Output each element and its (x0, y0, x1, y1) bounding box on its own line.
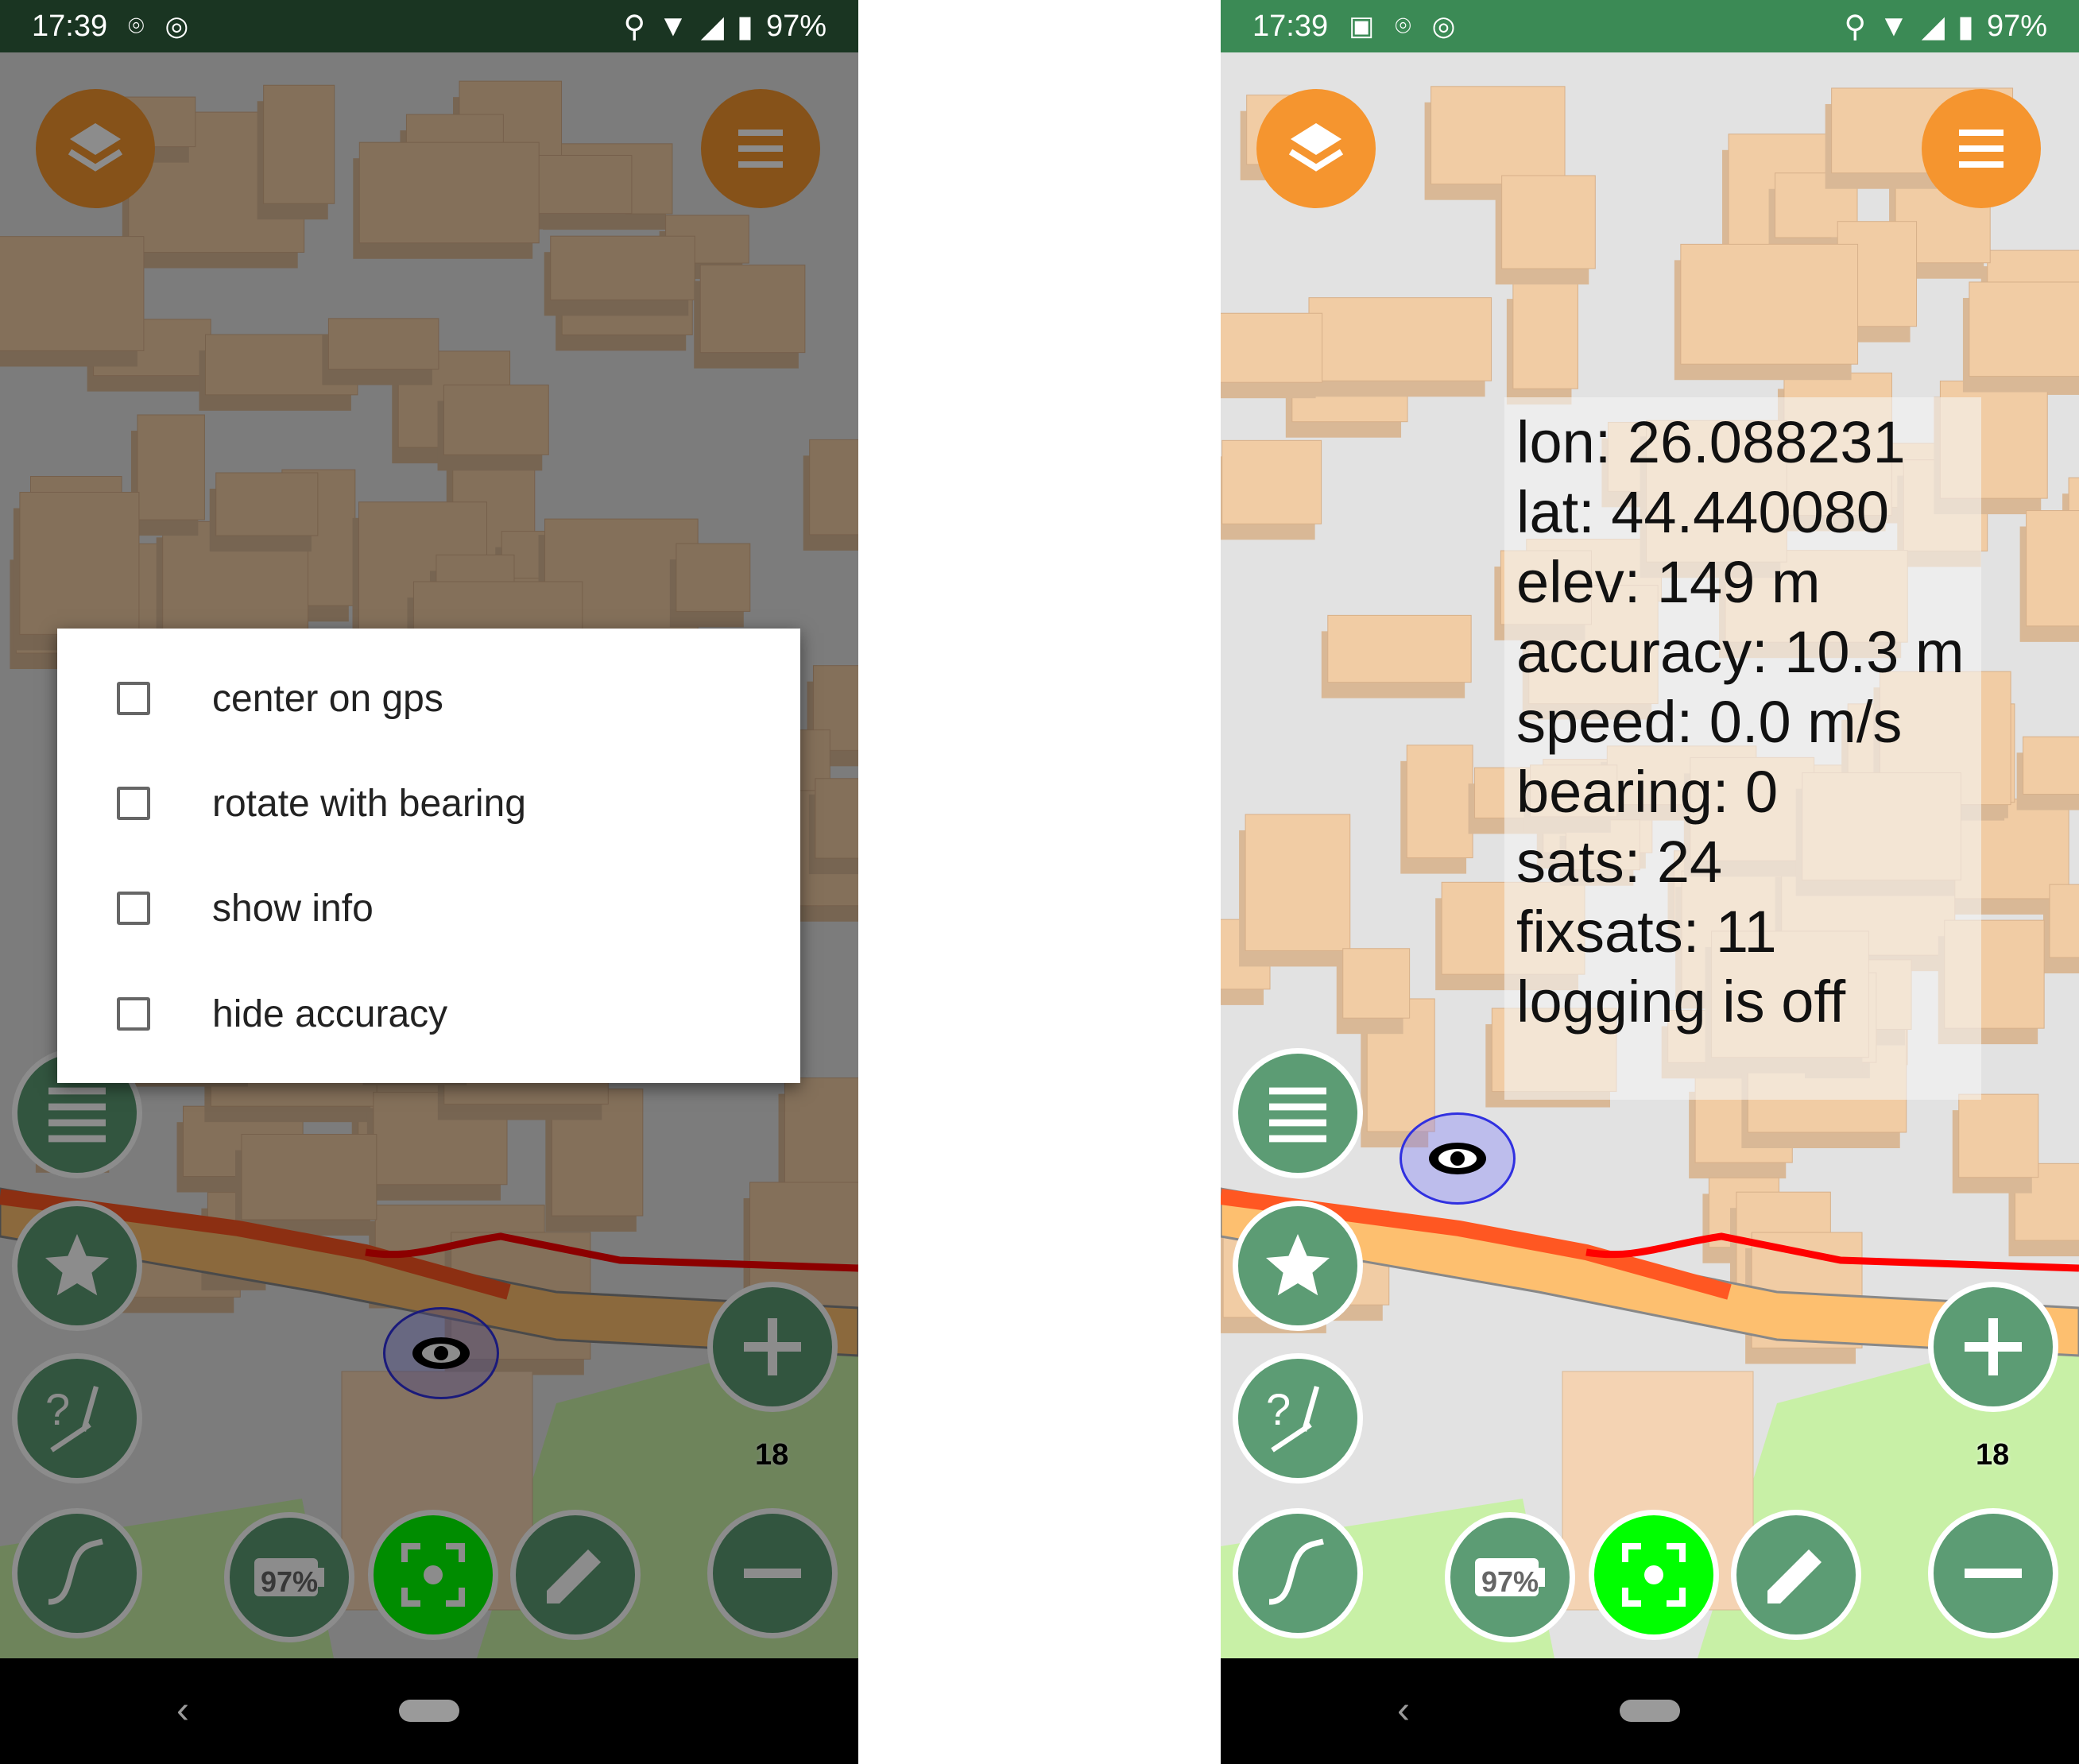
option-show-info[interactable]: show info (57, 861, 800, 956)
info-logging: logging is off (1516, 969, 1846, 1035)
option-label: rotate with bearing (212, 782, 526, 825)
zoom-in-button[interactable] (1928, 1282, 2058, 1412)
layers-icon (1288, 123, 1344, 172)
signal-icon: ◢ (1921, 10, 1945, 44)
checkbox[interactable] (117, 787, 150, 820)
info-sats: sats: 24 (1516, 829, 1723, 895)
track-icon (1268, 1538, 1324, 1605)
home-button[interactable] (399, 1700, 459, 1722)
battery-charging-icon: ▮ (1957, 10, 1974, 44)
checkbox[interactable] (117, 682, 150, 715)
fingerprint-icon: ◎ (165, 11, 189, 41)
option-center-on-gps[interactable]: center on gps (57, 651, 800, 746)
back-button[interactable]: ‹ (1397, 1689, 1410, 1732)
image-icon: ▣ (1349, 11, 1375, 41)
checkbox[interactable] (117, 997, 150, 1031)
zoom-out-button[interactable] (1928, 1508, 2058, 1638)
zoom-level-label: 18 (1976, 1438, 2010, 1472)
help-measure-icon: ? (1266, 1384, 1320, 1453)
svg-text:97%: 97% (1481, 1565, 1539, 1598)
gps-center-button[interactable] (1589, 1510, 1719, 1640)
gps-info-panel: lon: 26.088231 lat: 44.440080 elev: 149 … (1504, 397, 1981, 1100)
info-speed: speed: 0.0 m/s (1516, 689, 1903, 755)
option-label: hide accuracy (212, 992, 448, 1035)
main-menu-button[interactable] (1922, 89, 2041, 208)
menu-icon (1959, 130, 2004, 168)
edit-button[interactable] (1731, 1510, 1861, 1640)
option-label: show info (212, 887, 374, 930)
info-accuracy: accuracy: 10.3 m (1516, 619, 1965, 685)
status-battery: 97% (1986, 9, 2047, 43)
navigation-bar: ‹ (1221, 1658, 2079, 1764)
pencil-icon (1767, 1549, 1822, 1603)
home-button[interactable] (1620, 1700, 1680, 1722)
wifi-icon: ▼ (1879, 9, 1909, 43)
list-icon (1269, 1087, 1326, 1143)
info-elev: elev: 149 m (1516, 549, 1821, 615)
option-rotate-with-bearing[interactable]: rotate with bearing (57, 756, 800, 851)
wifi-icon: ▼ (658, 9, 688, 43)
phone-screen-settings: 17:39 ⌾ ◎ ⚲ ▼ ◢ ▮ 97% ? 97% 18 center on g… (0, 0, 858, 1764)
hotspot-icon: ⌾ (128, 10, 145, 41)
status-time: 17:39 (32, 9, 108, 43)
back-button[interactable]: ‹ (176, 1689, 189, 1732)
gps-target-icon (1622, 1543, 1686, 1607)
info-fixsats: fixsats: 11 (1516, 899, 1777, 965)
battery-charging-icon: ▮ (737, 10, 753, 44)
favorites-button[interactable] (1233, 1201, 1363, 1331)
info-lat: lat: 44.440080 (1516, 479, 1890, 545)
info-bearing: bearing: 0 (1516, 759, 1779, 825)
status-bar: 17:39 ▣ ⌾ ◎ ⚲ ▼ ◢ ▮ 97% (1221, 0, 2079, 52)
checkbox[interactable] (117, 892, 150, 925)
location-icon: ⚲ (1844, 10, 1867, 44)
gps-location-marker (1400, 1112, 1516, 1205)
hotspot-icon: ⌾ (1395, 10, 1411, 41)
track-button[interactable] (1233, 1508, 1363, 1638)
options-dialog: center on gps rotate with bearing show i… (57, 629, 800, 1083)
list-button[interactable] (1233, 1048, 1363, 1178)
option-label: center on gps (212, 677, 443, 720)
fingerprint-icon: ◎ (1431, 11, 1456, 41)
phone-screen-info: 17:39 ▣ ⌾ ◎ ⚲ ▼ ◢ ▮ 97% lon: 26.088231 l… (1221, 0, 2079, 1764)
option-hide-accuracy[interactable]: hide accuracy (57, 966, 800, 1062)
battery-button[interactable]: 97% (1445, 1512, 1575, 1642)
status-battery: 97% (765, 9, 827, 43)
star-icon (1266, 1234, 1330, 1296)
info-measure-button[interactable]: ? (1233, 1353, 1363, 1484)
battery-icon: 97% (1475, 1558, 1545, 1598)
minus-icon (1965, 1569, 2022, 1578)
navigation-bar: ‹ (0, 1658, 858, 1764)
plus-icon (1965, 1318, 2022, 1375)
signal-icon: ◢ (700, 10, 725, 44)
svg-text:?: ? (1266, 1384, 1291, 1434)
info-lon: lon: 26.088231 (1516, 409, 1906, 475)
status-bar: 17:39 ⌾ ◎ ⚲ ▼ ◢ ▮ 97% (0, 0, 858, 52)
location-icon: ⚲ (623, 10, 646, 44)
layers-button[interactable] (1256, 89, 1376, 208)
status-time: 17:39 (1252, 9, 1329, 43)
